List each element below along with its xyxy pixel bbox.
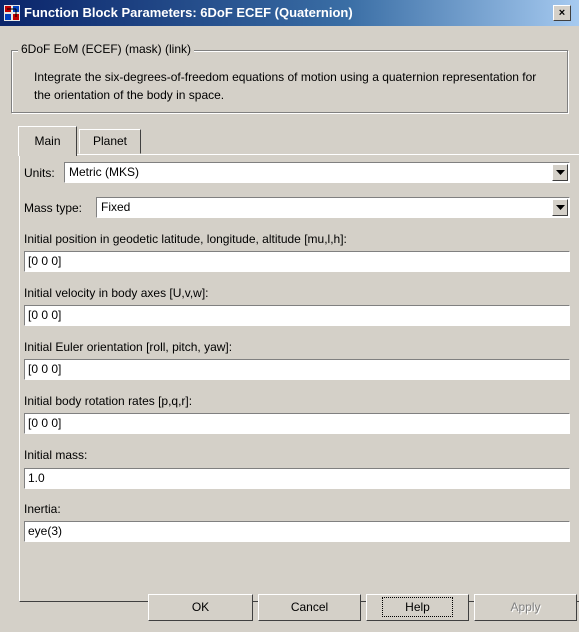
initial-euler-field[interactable]: [0 0 0] [24,359,570,380]
initial-mass-label: Initial mass: [24,448,88,462]
help-button-label: Help [382,597,453,617]
tab-planet-label: Planet [92,134,128,148]
initial-mass-field[interactable]: 1.0 [24,468,570,489]
mask-description: Integrate the six-degrees-of-freedom equ… [34,70,537,102]
close-icon: × [558,7,566,19]
tab-planet[interactable]: Planet [79,129,141,154]
cancel-button-label: Cancel [290,600,329,614]
mass-type-value: Fixed [101,200,131,214]
units-value: Metric (MKS) [69,165,139,179]
initial-euler-label: Initial Euler orientation [roll, pitch, … [24,340,233,354]
tab-main[interactable]: Main [18,126,77,156]
window-title: Function Block Parameters: 6DoF ECEF (Qu… [24,5,353,20]
tab-main-label: Main [34,134,61,148]
ok-button-label: OK [191,600,210,614]
initial-velocity-label: Initial velocity in body axes [U,v,w]: [24,286,209,300]
initial-position-field[interactable]: [0 0 0] [24,251,570,272]
initial-rates-label: Initial body rotation rates [p,q,r]: [24,394,193,408]
title-bar[interactable]: Function Block Parameters: 6DoF ECEF (Qu… [0,0,579,26]
chevron-down-icon[interactable] [552,164,568,181]
chevron-down-icon[interactable] [552,199,568,216]
help-button[interactable]: Help [366,594,469,621]
groupbox-legend: 6DoF EoM (ECEF) (mask) (link) [18,42,195,56]
units-dropdown[interactable]: Metric (MKS) [64,162,570,183]
mass-type-dropdown[interactable]: Fixed [96,197,570,218]
dialog-window: Function Block Parameters: 6DoF ECEF (Qu… [0,0,579,632]
inertia-field[interactable]: eye(3) [24,521,570,542]
initial-rates-field[interactable]: [0 0 0] [24,413,570,434]
apply-button[interactable]: Apply [474,594,577,621]
mass-type-label: Mass type: [24,201,83,215]
units-label: Units: [24,166,55,180]
cancel-button[interactable]: Cancel [258,594,361,621]
initial-position-label: Initial position in geodetic latitude, l… [24,232,347,246]
inertia-label: Inertia: [24,502,61,516]
simulink-block-icon [4,5,20,21]
initial-velocity-field[interactable]: [0 0 0] [24,305,570,326]
close-button[interactable]: × [553,5,571,21]
apply-button-label: Apply [510,600,541,614]
ok-button[interactable]: OK [148,594,253,621]
